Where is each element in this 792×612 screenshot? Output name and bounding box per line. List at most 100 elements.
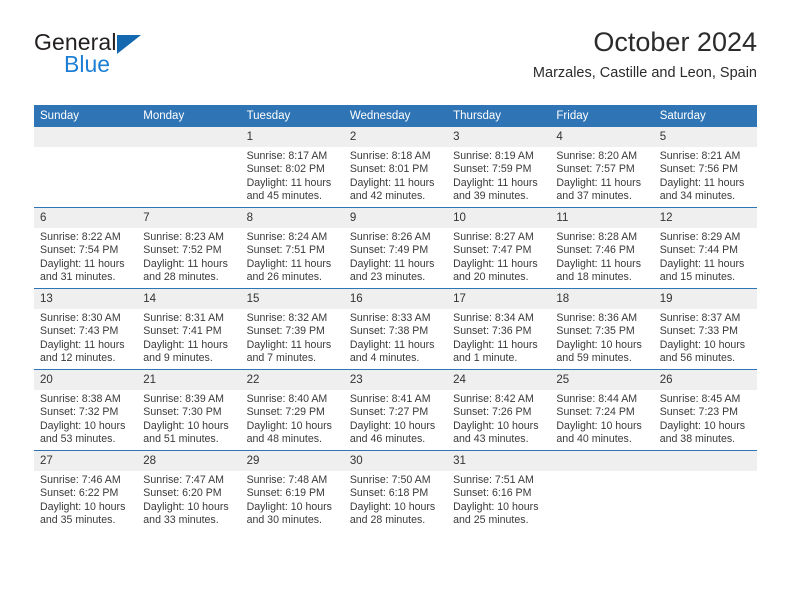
sunset-time: Sunset: 7:30 PM xyxy=(143,406,222,419)
calendar-day-cell[interactable]: 1 Sunrise: 8:17 AM Sunset: 8:02 PM Daylight… xyxy=(240,127,344,208)
daylight-duration-line1: Daylight: 11 hours xyxy=(246,338,332,351)
calendar-day-cell[interactable]: 26 Sunrise: 8:45 AM Sunset: 7:23 PM Dayligh… xyxy=(653,369,757,451)
sunset-time: Sunset: 7:51 PM xyxy=(246,244,325,257)
calendar-day-cell[interactable]: 11 Sunrise: 8:28 AM Sunset: 7:46 PM Dayligh… xyxy=(550,207,654,289)
sunset-time: Sunset: 7:23 PM xyxy=(659,406,739,419)
logo-text-blue: Blue xyxy=(64,51,111,77)
day-number: 6 xyxy=(34,208,138,228)
sunset-time: Sunset: 7:41 PM xyxy=(143,325,222,338)
day-number: 10 xyxy=(447,208,551,228)
daylight-duration-line2: and 59 minutes. xyxy=(556,352,632,365)
calendar-day-cell[interactable]: 8 Sunrise: 8:24 AM Sunset: 7:51 PM Daylight… xyxy=(240,207,344,289)
calendar-day-cell[interactable]: 28 Sunrise: 7:47 AM Sunset: 6:20 PM Dayligh… xyxy=(137,450,241,531)
calendar-day-cell[interactable]: 12 Sunrise: 8:29 AM Sunset: 7:44 PM Dayligh… xyxy=(653,207,757,289)
calendar-day-cell[interactable]: 22 Sunrise: 8:40 AM Sunset: 7:29 PM Dayligh… xyxy=(240,369,344,451)
calendar-page: General Blue October 2024 Marzales, Cast… xyxy=(0,0,792,612)
calendar-body: 1 Sunrise: 8:17 AM Sunset: 8:02 PM Daylight… xyxy=(34,127,757,531)
sunrise-time: Sunrise: 8:42 AM xyxy=(453,393,534,405)
day-number: 1 xyxy=(240,127,344,147)
calendar-day-cell[interactable]: 16 Sunrise: 8:33 AM Sunset: 7:38 PM Dayligh… xyxy=(343,288,448,370)
day-sun-info: Sunrise: 8:18 AM Sunset: 8:01 PM Daylight:… xyxy=(344,147,447,204)
sunrise-time: Sunrise: 8:19 AM xyxy=(453,150,534,162)
calendar-day-cell[interactable]: 10 Sunrise: 8:27 AM Sunset: 7:47 PM Dayligh… xyxy=(447,207,551,289)
calendar-day-cell[interactable]: 31 Sunrise: 7:51 AM Sunset: 6:16 PM Dayligh… xyxy=(447,450,551,531)
calendar-day-cell[interactable]: 18 Sunrise: 8:36 AM Sunset: 7:35 PM Dayligh… xyxy=(550,288,654,370)
day-number: 11 xyxy=(550,208,654,228)
daylight-duration-line1: Daylight: 10 hours xyxy=(143,419,229,432)
sunrise-time: Sunrise: 8:29 AM xyxy=(659,231,741,243)
day-sun-info: Sunrise: 8:28 AM Sunset: 7:46 PM Daylight:… xyxy=(550,228,653,285)
sunset-time: Sunset: 7:54 PM xyxy=(40,244,119,257)
day-number: 31 xyxy=(447,451,551,471)
sunset-time: Sunset: 7:27 PM xyxy=(349,406,429,419)
day-cell-content xyxy=(34,127,138,207)
calendar-day-cell[interactable]: 5 Sunrise: 8:21 AM Sunset: 7:56 PM Daylight… xyxy=(653,127,757,208)
calendar-day-cell[interactable]: 13 Sunrise: 8:30 AM Sunset: 7:43 PM Dayligh… xyxy=(34,288,138,370)
daylight-duration-line1: Daylight: 10 hours xyxy=(556,419,642,432)
day-cell-content: 17 Sunrise: 8:34 AM Sunset: 7:36 PM Dayligh… xyxy=(447,289,551,369)
sunset-time: Sunset: 7:43 PM xyxy=(40,325,119,338)
day-number: 16 xyxy=(343,289,448,309)
logo-triangle-icon xyxy=(116,35,141,54)
sunset-time: Sunset: 7:39 PM xyxy=(246,325,325,338)
sunrise-time: Sunrise: 8:44 AM xyxy=(556,393,638,405)
daylight-duration-line2: and 23 minutes. xyxy=(349,271,426,284)
calendar-day-cell[interactable]: 9 Sunrise: 8:26 AM Sunset: 7:49 PM Daylight… xyxy=(343,207,448,289)
calendar-day-cell[interactable]: 29 Sunrise: 7:48 AM Sunset: 6:19 PM Dayligh… xyxy=(240,450,344,531)
daylight-duration-line1: Daylight: 10 hours xyxy=(556,338,642,351)
calendar-day-cell[interactable]: 21 Sunrise: 8:39 AM Sunset: 7:30 PM Dayligh… xyxy=(137,369,241,451)
daylight-duration-line2: and 31 minutes. xyxy=(40,271,116,284)
day-cell-content: 25 Sunrise: 8:44 AM Sunset: 7:24 PM Dayligh… xyxy=(550,370,654,450)
day-sun-info: Sunrise: 8:22 AM Sunset: 7:54 PM Daylight:… xyxy=(34,228,137,285)
daylight-duration-line1: Daylight: 11 hours xyxy=(349,338,435,351)
daylight-duration-line1: Daylight: 11 hours xyxy=(453,257,538,270)
day-cell-content xyxy=(550,451,654,531)
calendar-day-cell[interactable]: 7 Sunrise: 8:23 AM Sunset: 7:52 PM Daylight… xyxy=(137,207,241,289)
day-sun-info: Sunrise: 8:29 AM Sunset: 7:44 PM Daylight:… xyxy=(654,228,757,285)
daylight-duration-line2: and 39 minutes. xyxy=(453,190,529,203)
day-cell-content: 2 Sunrise: 8:18 AM Sunset: 8:01 PM Daylight… xyxy=(343,127,448,207)
calendar-day-cell[interactable]: 3 Sunrise: 8:19 AM Sunset: 7:59 PM Daylight… xyxy=(447,127,551,208)
day-cell-content: 29 Sunrise: 7:48 AM Sunset: 6:19 PM Dayligh… xyxy=(240,451,344,531)
sunset-time: Sunset: 7:36 PM xyxy=(453,325,532,338)
day-sun-info: Sunrise: 8:31 AM Sunset: 7:41 PM Daylight:… xyxy=(137,309,240,366)
sunrise-time: Sunrise: 7:48 AM xyxy=(246,474,328,486)
day-cell-content: 9 Sunrise: 8:26 AM Sunset: 7:49 PM Daylight… xyxy=(343,208,448,288)
calendar-day-cell[interactable]: 23 Sunrise: 8:41 AM Sunset: 7:27 PM Dayligh… xyxy=(343,369,448,451)
calendar-day-cell[interactable]: 25 Sunrise: 8:44 AM Sunset: 7:24 PM Dayligh… xyxy=(550,369,654,451)
sunset-time: Sunset: 6:22 PM xyxy=(40,487,119,500)
sunrise-time: Sunrise: 7:51 AM xyxy=(453,474,534,486)
calendar-day-cell[interactable]: 17 Sunrise: 8:34 AM Sunset: 7:36 PM Dayligh… xyxy=(447,288,551,370)
calendar-day-cell[interactable]: 19 Sunrise: 8:37 AM Sunset: 7:33 PM Dayligh… xyxy=(653,288,757,370)
daylight-duration-line2: and 7 minutes. xyxy=(246,352,317,365)
calendar-day-cell[interactable]: 14 Sunrise: 8:31 AM Sunset: 7:41 PM Dayligh… xyxy=(137,288,241,370)
daylight-duration-line2: and 20 minutes. xyxy=(453,271,529,284)
sunrise-time: Sunrise: 7:47 AM xyxy=(143,474,224,486)
day-sun-info: Sunrise: 8:36 AM Sunset: 7:35 PM Daylight:… xyxy=(550,309,653,366)
calendar-grid: Sunday Monday Tuesday Wednesday Thursday… xyxy=(34,105,757,531)
daylight-duration-line2: and 46 minutes. xyxy=(349,433,426,446)
calendar-day-cell[interactable]: 24 Sunrise: 8:42 AM Sunset: 7:26 PM Dayligh… xyxy=(447,369,551,451)
sunset-time: Sunset: 7:33 PM xyxy=(659,325,739,338)
sunset-time: Sunset: 7:38 PM xyxy=(349,325,429,338)
calendar-day-cell[interactable]: 2 Sunrise: 8:18 AM Sunset: 8:01 PM Daylight… xyxy=(343,127,448,208)
daylight-duration-line2: and 4 minutes. xyxy=(349,352,420,365)
day-cell-content: 12 Sunrise: 8:29 AM Sunset: 7:44 PM Dayligh… xyxy=(653,208,757,288)
daylight-duration-line1: Daylight: 11 hours xyxy=(556,176,642,189)
day-cell-content: 21 Sunrise: 8:39 AM Sunset: 7:30 PM Dayligh… xyxy=(137,370,241,450)
sunrise-time: Sunrise: 8:36 AM xyxy=(556,312,638,324)
calendar-day-cell[interactable]: 15 Sunrise: 8:32 AM Sunset: 7:39 PM Dayligh… xyxy=(240,288,344,370)
sunset-time: Sunset: 7:57 PM xyxy=(556,163,635,176)
day-sun-info: Sunrise: 8:38 AM Sunset: 7:32 PM Daylight:… xyxy=(34,390,137,447)
page-header: General Blue October 2024 Marzales, Cast… xyxy=(34,26,757,92)
calendar-day-cell[interactable]: 4 Sunrise: 8:20 AM Sunset: 7:57 PM Daylight… xyxy=(550,127,654,208)
calendar-day-cell[interactable]: 6 Sunrise: 8:22 AM Sunset: 7:54 PM Daylight… xyxy=(34,207,138,289)
sunrise-time: Sunrise: 8:17 AM xyxy=(246,150,328,162)
sunset-time: Sunset: 7:29 PM xyxy=(246,406,325,419)
daylight-duration-line1: Daylight: 11 hours xyxy=(659,176,745,189)
calendar-day-cell[interactable]: 30 Sunrise: 7:50 AM Sunset: 6:18 PM Dayligh… xyxy=(343,450,448,531)
calendar-day-cell[interactable]: 20 Sunrise: 8:38 AM Sunset: 7:32 PM Dayligh… xyxy=(34,369,138,451)
calendar-day-cell[interactable]: 27 Sunrise: 7:46 AM Sunset: 6:22 PM Dayligh… xyxy=(34,450,138,531)
daylight-duration-line1: Daylight: 10 hours xyxy=(453,500,539,513)
day-number: 5 xyxy=(653,127,757,147)
